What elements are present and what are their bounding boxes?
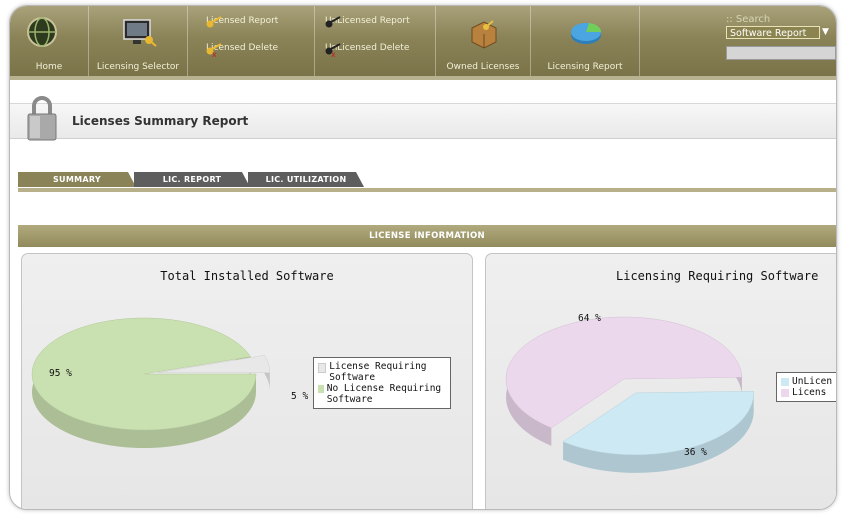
data-label-license-requiring: 5 % bbox=[291, 391, 309, 402]
dark-key-icon bbox=[325, 16, 341, 28]
legend-swatch bbox=[781, 378, 789, 386]
search-label: :: Search bbox=[726, 14, 771, 25]
tab-strip: SUMMARY LIC. REPORT LIC. UTILIZATION bbox=[18, 172, 836, 192]
lock-icon bbox=[27, 96, 57, 141]
legend-swatch bbox=[318, 385, 324, 393]
legend-label: License Requiring Software bbox=[329, 361, 427, 383]
globe-icon bbox=[27, 17, 57, 47]
legend-label: Licens bbox=[792, 387, 827, 398]
page-header: Licenses Summary Report bbox=[10, 103, 836, 139]
legend-label: UnLicen bbox=[792, 376, 833, 387]
legend-item: Licens bbox=[781, 387, 836, 398]
nav-unlicensed-group: UnLicensed Report x UnLicensed Delete bbox=[315, 6, 436, 76]
legend-item: No License Requiring Software bbox=[318, 383, 446, 405]
legend-swatch bbox=[318, 363, 327, 373]
nav-home[interactable]: Home bbox=[10, 6, 89, 76]
nav-owned-licenses[interactable]: Owned Licenses bbox=[436, 6, 531, 76]
top-navigation-bar: Home Licensing Selector Licensed Report … bbox=[10, 6, 836, 80]
nav-owned-licenses-label: Owned Licenses bbox=[446, 62, 520, 72]
legend-swatch bbox=[781, 389, 789, 397]
nav-licensing-selector[interactable]: Licensing Selector bbox=[89, 6, 188, 76]
nav-home-label: Home bbox=[35, 62, 63, 72]
nav-licensed-report[interactable]: Licensed Report bbox=[206, 16, 278, 28]
data-label-licensed: 64 % bbox=[578, 313, 601, 324]
legend-item: UnLicen bbox=[781, 376, 836, 387]
key-delete-icon: x bbox=[206, 43, 222, 57]
dark-key-delete-icon: x bbox=[325, 43, 341, 57]
data-label-no-license: 95 % bbox=[49, 368, 72, 379]
search-input[interactable] bbox=[726, 46, 836, 60]
nav-licensing-report-label: Licensing Report bbox=[547, 62, 623, 72]
tab-lic-report[interactable]: LIC. REPORT bbox=[134, 172, 250, 187]
nav-unlicensed-report[interactable]: UnLicensed Report bbox=[325, 16, 410, 28]
key-icon bbox=[206, 16, 222, 28]
nav-unlicensed-delete[interactable]: x UnLicensed Delete bbox=[325, 43, 409, 57]
app-window: Home Licensing Selector Licensed Report … bbox=[9, 5, 837, 510]
box-key-icon bbox=[471, 20, 497, 49]
monitor-key-icon bbox=[123, 19, 157, 47]
chart-panel-total-installed: Total Installed Software 95 % 5 % Licens… bbox=[21, 253, 473, 509]
chart-legend: License Requiring Software No License Re… bbox=[313, 357, 451, 409]
nav-licensed-delete[interactable]: x Licensed Delete bbox=[206, 43, 278, 57]
chart-legend: UnLicen Licens bbox=[776, 372, 836, 402]
chevron-down-icon[interactable]: ▼ bbox=[822, 27, 829, 37]
pie-chart-icon bbox=[571, 23, 602, 44]
tab-lic-utilization[interactable]: LIC. UTILIZATION bbox=[248, 172, 364, 187]
nav-licensing-selector-label: Licensing Selector bbox=[96, 62, 180, 72]
nav-licensed-group: Licensed Report x Licensed Delete bbox=[188, 6, 315, 76]
chart-panel-licensing-requiring: Licensing Requiring Software 64 % 36 % U… bbox=[485, 253, 836, 509]
legend-item: License Requiring Software bbox=[318, 361, 446, 383]
data-label-unlicensed: 36 % bbox=[684, 447, 707, 458]
search-type-select[interactable]: Software Report bbox=[726, 26, 820, 39]
tab-summary[interactable]: SUMMARY bbox=[18, 172, 136, 187]
nav-licensing-report[interactable]: Licensing Report bbox=[531, 6, 640, 76]
legend-label: No License Requiring Software bbox=[326, 383, 442, 405]
svg-text:x: x bbox=[212, 50, 217, 57]
section-header: LICENSE INFORMATION bbox=[18, 225, 836, 247]
svg-text:x: x bbox=[331, 50, 336, 57]
page-title: Licenses Summary Report bbox=[72, 114, 249, 128]
